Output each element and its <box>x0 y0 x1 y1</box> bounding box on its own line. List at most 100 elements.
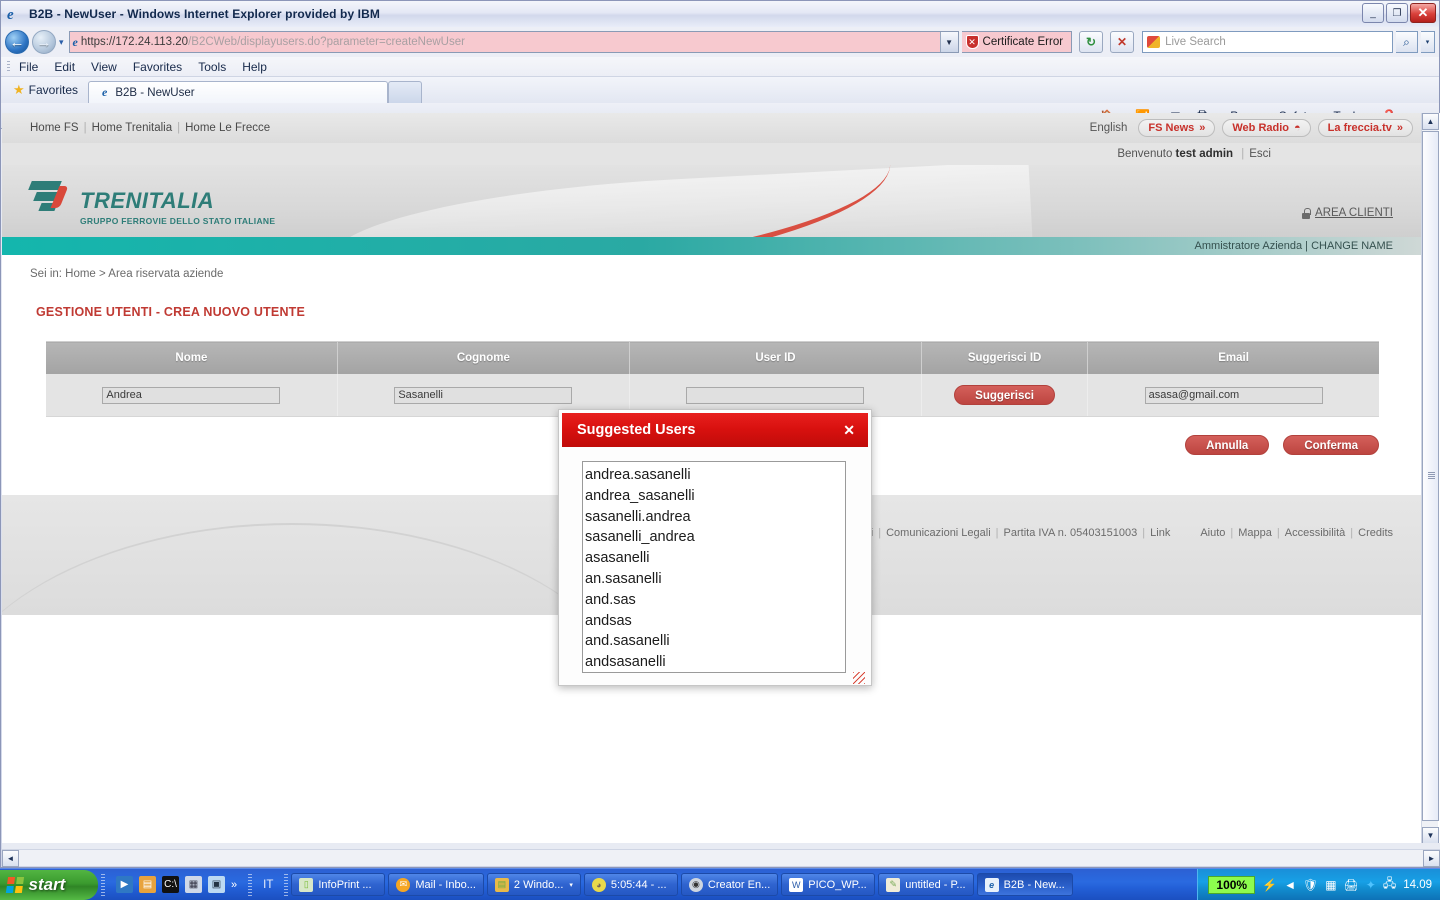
address-bar[interactable]: e https://172.24.113.20/B2CWeb/displayus… <box>68 31 959 53</box>
scroll-down-button[interactable]: ▼ <box>1422 827 1439 844</box>
taskbar-item-creator[interactable]: ◉ Creator En... <box>680 873 779 896</box>
taskbar-item-b2b-newuser[interactable]: e B2B - New... <box>976 873 1073 896</box>
taskbar-item-untitled-paint[interactable]: ✎ untitled - P... <box>878 873 974 896</box>
search-input[interactable]: Live Search <box>1165 36 1226 48</box>
confirm-button[interactable]: Conferma <box>1283 434 1379 455</box>
area-clienti-link[interactable]: AREA CLIENTI <box>1301 207 1393 219</box>
vertical-scrollbar[interactable]: ▲ ▼ <box>1421 113 1439 844</box>
footer-link-mappa[interactable]: Mappa <box>1238 527 1272 539</box>
clock[interactable]: 14.09 <box>1403 879 1432 891</box>
trenitalia-logo[interactable]: TRENITALIA GRUPPO FERROVIE DELLO STATO I… <box>28 179 275 226</box>
admin-bar[interactable]: Ammistratore Azienda | CHANGE NAME <box>2 237 1423 255</box>
action-center-icon[interactable]: ◄ <box>1284 878 1296 892</box>
chevron-down-icon[interactable]: ▾ <box>569 881 573 889</box>
list-item[interactable]: and.sas <box>585 590 845 611</box>
suggested-users-list[interactable]: andrea.sasanelli andrea_sasanelli sasane… <box>582 461 846 673</box>
new-tab-button[interactable] <box>388 81 423 103</box>
taskbar-item-timer[interactable]: ◕ 5:05:44 - ... <box>583 873 678 896</box>
bluetooth-icon[interactable]: ✦ <box>1366 878 1376 892</box>
list-item[interactable]: sasanelli.andrea <box>585 507 845 528</box>
link-home-fs[interactable]: Home FS <box>30 122 79 134</box>
horizontal-scrollbar[interactable]: ◄ ► <box>2 849 1440 867</box>
logout-link[interactable]: Esci <box>1249 148 1271 160</box>
list-item[interactable]: andsas <box>585 611 845 632</box>
footer-link-link[interactable]: Link <box>1150 527 1170 539</box>
suggerisci-button[interactable]: Suggerisci <box>954 384 1055 405</box>
history-dropdown-icon[interactable]: ▾ <box>59 37 64 48</box>
footer-link-comunicazioni-legali[interactable]: Comunicazioni Legali <box>886 527 991 539</box>
refresh-button[interactable]: ↻ <box>1079 31 1104 53</box>
language-indicator[interactable]: IT <box>255 879 281 891</box>
notes-icon[interactable]: ▦ <box>185 876 202 893</box>
link-home-le-frecce[interactable]: Home Le Frecce <box>185 122 270 134</box>
footer-link-partita-iva[interactable]: Partita IVA n. 05403151003 <box>1004 527 1138 539</box>
start-button[interactable]: start <box>0 869 98 900</box>
taskbar-item-windows-group[interactable]: ▤ 2 Windo... ▾ <box>486 873 581 896</box>
close-button[interactable]: ✕ <box>1410 3 1436 23</box>
list-item[interactable]: andrea.sasanelli <box>585 465 845 486</box>
la-freccia-tv-button[interactable]: La freccia.tv » <box>1317 119 1413 137</box>
doc-icon[interactable]: ▣ <box>208 876 225 893</box>
scroll-right-button[interactable]: ► <box>1423 850 1440 867</box>
menu-item-tools[interactable]: Tools <box>198 60 226 74</box>
cognome-input[interactable] <box>394 386 573 404</box>
taskbar-item-pico-wp[interactable]: W PICO_WP... <box>781 873 876 896</box>
list-item[interactable]: an.sasanelli <box>585 569 845 590</box>
taskbar-item-infoprint[interactable]: ▯ InfoPrint ... <box>291 873 386 896</box>
web-radio-button[interactable]: Web Radio ◓ <box>1222 119 1311 137</box>
scroll-up-button[interactable]: ▲ <box>1422 113 1439 130</box>
search-box[interactable]: Live Search <box>1142 31 1393 53</box>
power-icon[interactable]: ⚡ <box>1262 878 1277 892</box>
taskbar-grip-icon[interactable] <box>101 873 105 896</box>
link-home-trenitalia[interactable]: Home Trenitalia <box>92 122 173 134</box>
user-id-input[interactable] <box>686 386 865 404</box>
taskbar-item-mail[interactable]: ✉ Mail - Inbo... <box>388 873 484 896</box>
search-icon[interactable]: ⌕ <box>1396 31 1418 53</box>
printer-icon: ▯ <box>299 877 314 892</box>
minimize-button[interactable]: _ <box>1362 3 1384 23</box>
maximize-button[interactable]: ❐ <box>1386 3 1408 23</box>
taskbar-grip-icon[interactable] <box>248 873 253 896</box>
menu-item-view[interactable]: View <box>91 60 117 74</box>
network-icon[interactable]: ▦ <box>1325 878 1336 892</box>
scrollbar-thumb[interactable] <box>1422 131 1439 821</box>
nome-input[interactable] <box>102 386 281 404</box>
back-button[interactable]: ← <box>5 30 29 54</box>
dialog-header[interactable]: Suggested Users ✕ <box>562 413 868 447</box>
list-item[interactable]: andsasanelli <box>585 652 845 672</box>
menu-item-edit[interactable]: Edit <box>54 60 75 74</box>
menu-item-file[interactable]: File <box>19 60 38 74</box>
printer-icon[interactable]: 🖨 <box>1344 878 1359 892</box>
favorites-button[interactable]: ★ Favorites <box>9 82 88 103</box>
email-input[interactable] <box>1144 386 1323 404</box>
certificate-error-badge[interactable]: ✕ Certificate Error <box>961 31 1073 53</box>
menu-item-help[interactable]: Help <box>242 60 267 74</box>
lan-icon[interactable]: 🖧 <box>1383 874 1396 895</box>
list-item[interactable]: and.sasanelli <box>585 631 845 652</box>
list-item[interactable]: asasanelli <box>585 548 845 569</box>
menu-item-favorites[interactable]: Favorites <box>133 60 182 74</box>
footer-link-aiuto[interactable]: Aiuto <box>1200 527 1225 539</box>
list-item[interactable]: sasanelli_andrea <box>585 527 845 548</box>
close-icon[interactable]: ✕ <box>843 423 855 437</box>
list-item[interactable]: andrea_sasanelli <box>585 486 845 507</box>
resize-handle-icon[interactable] <box>853 672 865 684</box>
stop-button[interactable]: ✕ <box>1110 31 1135 53</box>
search-dropdown-icon[interactable]: ▾ <box>1421 31 1435 53</box>
folder-icon[interactable]: ▤ <box>139 876 156 893</box>
footer-link-credits[interactable]: Credits <box>1358 527 1393 539</box>
cancel-button[interactable]: Annulla <box>1185 434 1270 455</box>
fs-news-button[interactable]: FS News » <box>1138 119 1216 137</box>
footer-link-accessibilita[interactable]: Accessibilità <box>1285 527 1346 539</box>
scroll-left-button[interactable]: ◄ <box>2 850 19 867</box>
media-icon[interactable]: ▶ <box>116 876 133 893</box>
taskbar-grip-icon[interactable] <box>284 873 289 896</box>
security-icon[interactable]: 🛡 <box>1303 878 1318 892</box>
quick-launch-overflow[interactable]: » <box>231 879 237 891</box>
tab-b2b-newuser[interactable]: e B2B - NewUser <box>88 81 389 103</box>
console-icon[interactable]: C:\ <box>162 876 179 893</box>
battery-percentage[interactable]: 100% <box>1208 875 1256 894</box>
address-dropdown-icon[interactable]: ▼ <box>939 32 958 52</box>
forward-button[interactable]: → <box>32 30 56 54</box>
language-label[interactable]: English <box>1090 122 1128 134</box>
